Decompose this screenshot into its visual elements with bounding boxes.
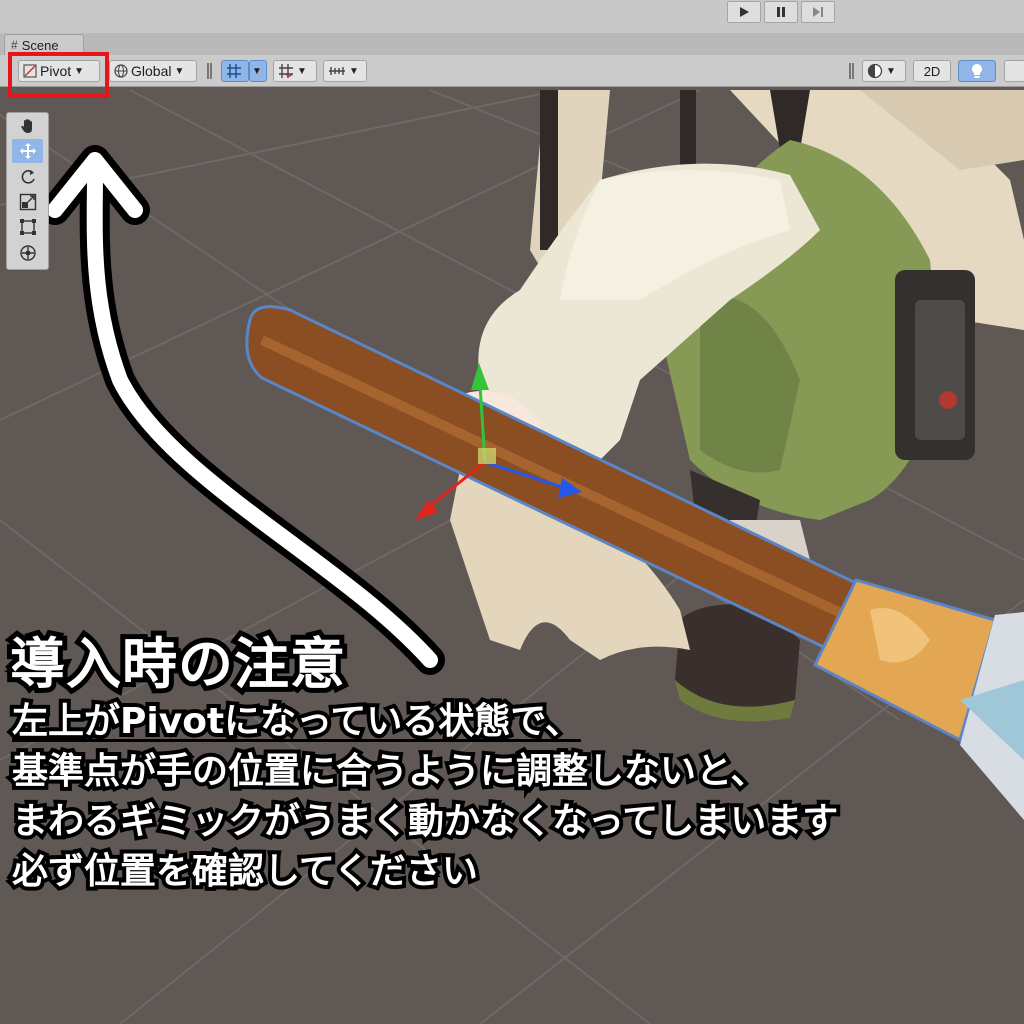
annotation-line-2: 基準点が手の位置に合うように調整しないと、 [8,747,771,796]
scene-toolbar: Pivot ▼ Global ▼ ▼ ▼ ▼ ▼ 2D [0,55,1024,87]
top-bar [0,0,1024,33]
mode-2d-button[interactable]: 2D [913,60,951,82]
grid-snap-toggle[interactable] [221,60,249,82]
lighting-toggle[interactable] [958,60,996,82]
hand-tool-icon [20,119,32,133]
annotation-line-4: 必ず位置を確認してください [8,847,482,896]
rotate-tool-button[interactable] [12,165,43,189]
toolbar-separator [207,63,212,79]
rect-tool-button[interactable] [12,215,43,239]
grid-snap-icon [227,64,241,78]
play-icon [740,7,749,17]
rotate-tool-icon [21,170,35,184]
chevron-down-icon: ▼ [886,65,896,77]
tool-palette [6,112,49,270]
playback-controls [727,1,835,25]
global-label: Global [131,63,172,79]
grid-snap-dropdown[interactable]: ▼ [249,60,267,82]
overflow-button[interactable] [1004,60,1024,82]
increment-snap-icon [279,64,293,78]
toolbar-separator [849,63,854,79]
grid-hash-icon: # [11,38,18,52]
chevron-down-icon: ▼ [349,65,359,77]
pause-button[interactable] [764,1,798,23]
play-button[interactable] [727,1,761,23]
chevron-down-icon: ▼ [252,65,262,77]
lighting-icon [972,64,982,78]
mode-2d-label: 2D [923,63,941,79]
ruler-icon [329,67,345,75]
chevron-down-icon: ▼ [174,65,185,77]
shading-mode-icon [867,63,883,79]
ruler-dropdown[interactable]: ▼ [323,60,367,82]
global-dropdown[interactable]: Global ▼ [109,60,197,82]
annotation-heading: 導入時の注意 [5,627,350,701]
rect-tool-icon [19,219,36,235]
tab-row [0,33,1024,55]
chevron-down-icon: ▼ [297,65,307,77]
hand-tool-button[interactable] [12,114,43,138]
pause-icon [777,7,785,17]
annotation-line-3: まわるギミックがうまく動かなくなってしまいます [8,797,842,846]
increment-snap-dropdown[interactable]: ▼ [273,60,317,82]
scale-tool-icon [19,193,36,211]
pivot-highlight-box [8,52,109,98]
step-button[interactable] [801,1,835,23]
move-tool-button[interactable] [12,139,43,163]
transform-tool-icon [19,245,36,261]
scale-tool-button[interactable] [12,190,43,214]
annotation-line-1: 左上がPivotになっている状態で、 [8,697,585,746]
transform-tool-button[interactable] [12,241,43,265]
globe-icon [114,64,128,78]
step-icon [813,7,823,17]
scene-tab-label: Scene [21,37,59,53]
move-tool-icon [19,143,36,159]
shading-mode-dropdown[interactable]: ▼ [862,60,906,82]
